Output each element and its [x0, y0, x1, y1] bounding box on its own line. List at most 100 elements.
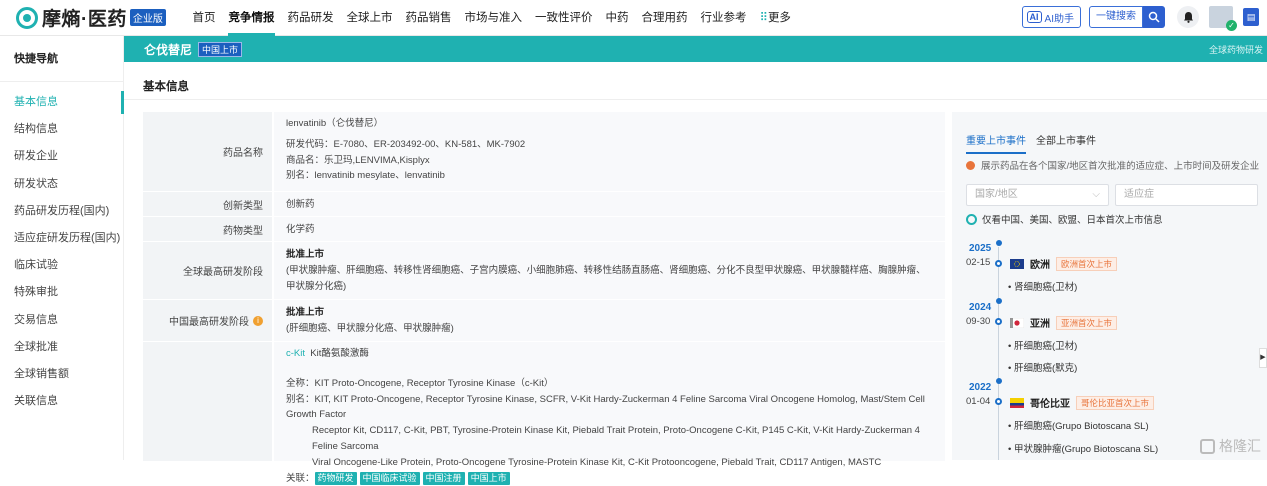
top-bar: 摩熵·医药 企业版 首页 竞争情报 药品研发 全球上市 药品销售 市场与准入 一…: [0, 0, 1267, 36]
top-right-tools: AI AI助手 一键搜索 ✓ ▤: [1022, 6, 1259, 28]
rd-codes: 研发代码：E-7080、ER-203492-00、KN-581、MK-7902: [286, 137, 935, 153]
eu-flag-icon: [1010, 259, 1024, 269]
row-value: 批准上市 (肝细胞癌、甲状腺分化癌、甲状腺肿瘤): [274, 300, 945, 341]
target-link[interactable]: c-Kit: [286, 348, 305, 359]
sidebar-item-special-approval[interactable]: 特殊审批: [0, 279, 123, 306]
target-desc: Kit酪氨酸激酶: [310, 348, 369, 359]
bell-icon[interactable]: [1177, 6, 1199, 28]
expand-arrow-icon[interactable]: ▶: [1259, 348, 1267, 368]
event-date: 02-15: [966, 257, 990, 268]
nav-more-label: 更多: [768, 12, 791, 24]
row-value: lenvatinib（仑伐替尼） 研发代码：E-7080、ER-203492-0…: [274, 112, 945, 191]
event-indication: • 肝细胞癌(卫材): [1008, 338, 1077, 352]
logo[interactable]: 摩熵·医药 企业版: [16, 4, 176, 31]
logo-icon: [16, 7, 38, 29]
row-label: 中国最高研发阶段i: [143, 300, 272, 341]
tag-china-registration[interactable]: 中国注册: [423, 472, 465, 485]
nav-item-drug-sales[interactable]: 药品销售: [399, 0, 458, 36]
china-stage-indications: (肝细胞癌、甲状腺分化癌、甲状腺肿瘤): [286, 321, 935, 337]
nav-item-global-launch[interactable]: 全球上市: [340, 0, 399, 36]
sidebar-item-basic-info[interactable]: 基本信息: [0, 89, 123, 116]
related-tags: 关联：药物研发中国临床试验中国注册中国上市: [286, 471, 935, 486]
sidebar-item-rd-status[interactable]: 研发状态: [0, 171, 123, 198]
nav-item-competitive-intel[interactable]: 竞争情报: [222, 0, 281, 36]
nav-item-rational-use[interactable]: 合理用药: [635, 0, 694, 36]
grid-icon: ⠿: [760, 12, 768, 24]
year-marker: [996, 240, 1002, 246]
target-alias-1: 别名：KIT, KIT Proto-Oncogene, Receptor Tyr…: [286, 392, 935, 424]
sidebar-item-indication-history[interactable]: 适应症研发历程(国内): [0, 225, 123, 252]
nav-item-market-access[interactable]: 市场与准入: [458, 0, 529, 36]
launch-events-panel: 重要上市事件 全部上市事件 展示药品在各个国家/地区首次批准的适应症、上市时间及…: [952, 112, 1267, 460]
book-icon[interactable]: ▤: [1243, 8, 1259, 26]
row-label: 全球最高研发阶段: [143, 242, 272, 299]
target-alias-3: Viral Oncogene-Like Protein, Proto-Oncog…: [286, 455, 935, 471]
watermark: 格隆汇: [1200, 436, 1261, 456]
timeline-year: 2024: [969, 302, 991, 313]
radio-icon: [966, 214, 977, 225]
quick-nav-sidebar: 快捷导航 基本信息 结构信息 研发企业 研发状态 药品研发历程(国内) 适应症研…: [0, 36, 124, 460]
row-label: 药品名称: [143, 112, 272, 191]
event-indication: • 肝细胞癌(Grupo Biotoscana SL): [1008, 418, 1149, 432]
china-stage-status: 批准上市: [286, 305, 935, 321]
panel-note: 展示药品在各个国家/地区首次批准的适应症、上市时间及研发企业: [966, 158, 1259, 172]
main-nav: 首页 竞争情报 药品研发 全球上市 药品销售 市场与准入 一致性评价 中药 合理…: [186, 0, 797, 36]
nav-item-consistency-eval[interactable]: 一致性评价: [529, 0, 600, 36]
timeline-year: 2022: [969, 382, 991, 393]
sidebar-item-related-info[interactable]: 关联信息: [0, 388, 123, 415]
nav-item-drug-rd[interactable]: 药品研发: [281, 0, 340, 36]
asia-flag-icon: [1010, 318, 1024, 328]
indication-input[interactable]: 适应症: [1115, 184, 1258, 206]
row-label: [143, 342, 272, 461]
sidebar-item-drug-rd-history[interactable]: 药品研发历程(国内): [0, 198, 123, 225]
event-region: 亚洲亚洲首次上市: [1010, 315, 1117, 330]
verified-icon: ✓: [1226, 20, 1237, 31]
one-click-search-button[interactable]: 一键搜索: [1089, 6, 1143, 28]
tag-china-launch[interactable]: 中国上市: [468, 472, 510, 485]
event-date: 01-04: [966, 396, 990, 407]
drug-header: 仑伐替尼 中国上市 全球药物研发: [124, 36, 1267, 62]
target-alias-2: Receptor Kit, CD117, C-Kit, PBT, Tyrosin…: [286, 423, 935, 455]
drug-title: 仑伐替尼: [144, 41, 192, 58]
nav-item-tcm[interactable]: 中药: [599, 0, 635, 36]
colombia-flag-icon: [1010, 398, 1024, 408]
tab-important-events[interactable]: 重要上市事件: [966, 132, 1026, 154]
table-row: 中国最高研发阶段i 批准上市 (肝细胞癌、甲状腺分化癌、甲状腺肿瘤): [143, 300, 945, 342]
sidebar-item-global-sales[interactable]: 全球销售额: [0, 361, 123, 388]
section-divider: [124, 99, 1267, 100]
avatar[interactable]: ✓: [1209, 6, 1233, 28]
sidebar-item-clinical-trials[interactable]: 临床试验: [0, 252, 123, 279]
tag-drug-rd[interactable]: 药物研发: [315, 472, 357, 485]
target-line: c-Kit Kit酪氨酸激酶: [286, 346, 935, 362]
global-stage-indications: (甲状腺肿瘤、肝细胞癌、转移性肾细胞癌、子宫内膜癌、小细胞肺癌、转移性结肠直肠癌…: [286, 263, 935, 295]
row-value: 化学药: [274, 217, 945, 241]
nav-item-more[interactable]: ⠿更多: [753, 0, 797, 36]
ai-assistant-label: AI助手: [1045, 10, 1074, 25]
event-marker: [995, 318, 1002, 325]
search-icon[interactable]: [1143, 6, 1165, 28]
table-row: 药物类型 化学药: [143, 217, 945, 242]
country-select[interactable]: 国家/地区⌵: [966, 184, 1109, 206]
sidebar-item-structure[interactable]: 结构信息: [0, 116, 123, 143]
first-launch-badge: 哥伦比亚首次上市: [1076, 396, 1154, 410]
sidebar-item-global-approval[interactable]: 全球批准: [0, 334, 123, 361]
sidebar-item-rd-companies[interactable]: 研发企业: [0, 143, 123, 170]
tab-all-events[interactable]: 全部上市事件: [1036, 132, 1096, 154]
row-label: 创新类型: [143, 192, 272, 216]
section-title: 基本信息: [143, 78, 189, 94]
timeline-axis: [998, 247, 999, 460]
panel-tabs: 重要上市事件 全部上市事件: [966, 132, 1106, 154]
watermark-logo-icon: [1200, 439, 1215, 454]
event-indication: • 肾细胞癌(卫材): [1008, 279, 1077, 293]
global-rd-link[interactable]: 全球药物研发: [1209, 43, 1263, 56]
info-icon[interactable]: i: [253, 316, 263, 326]
event-marker: [995, 398, 1002, 405]
ai-assistant-button[interactable]: AI AI助手: [1022, 6, 1081, 28]
filter-radio[interactable]: 仅看中国、美国、欧盟、日本首次上市信息: [966, 212, 1163, 226]
sidebar-item-transactions[interactable]: 交易信息: [0, 307, 123, 334]
drug-generic-name: lenvatinib（仑伐替尼）: [286, 116, 935, 132]
tag-china-clinical[interactable]: 中国临床试验: [360, 472, 420, 485]
nav-item-industry-ref[interactable]: 行业参考: [694, 0, 753, 36]
event-marker: [995, 260, 1002, 267]
nav-item-home[interactable]: 首页: [186, 0, 222, 36]
